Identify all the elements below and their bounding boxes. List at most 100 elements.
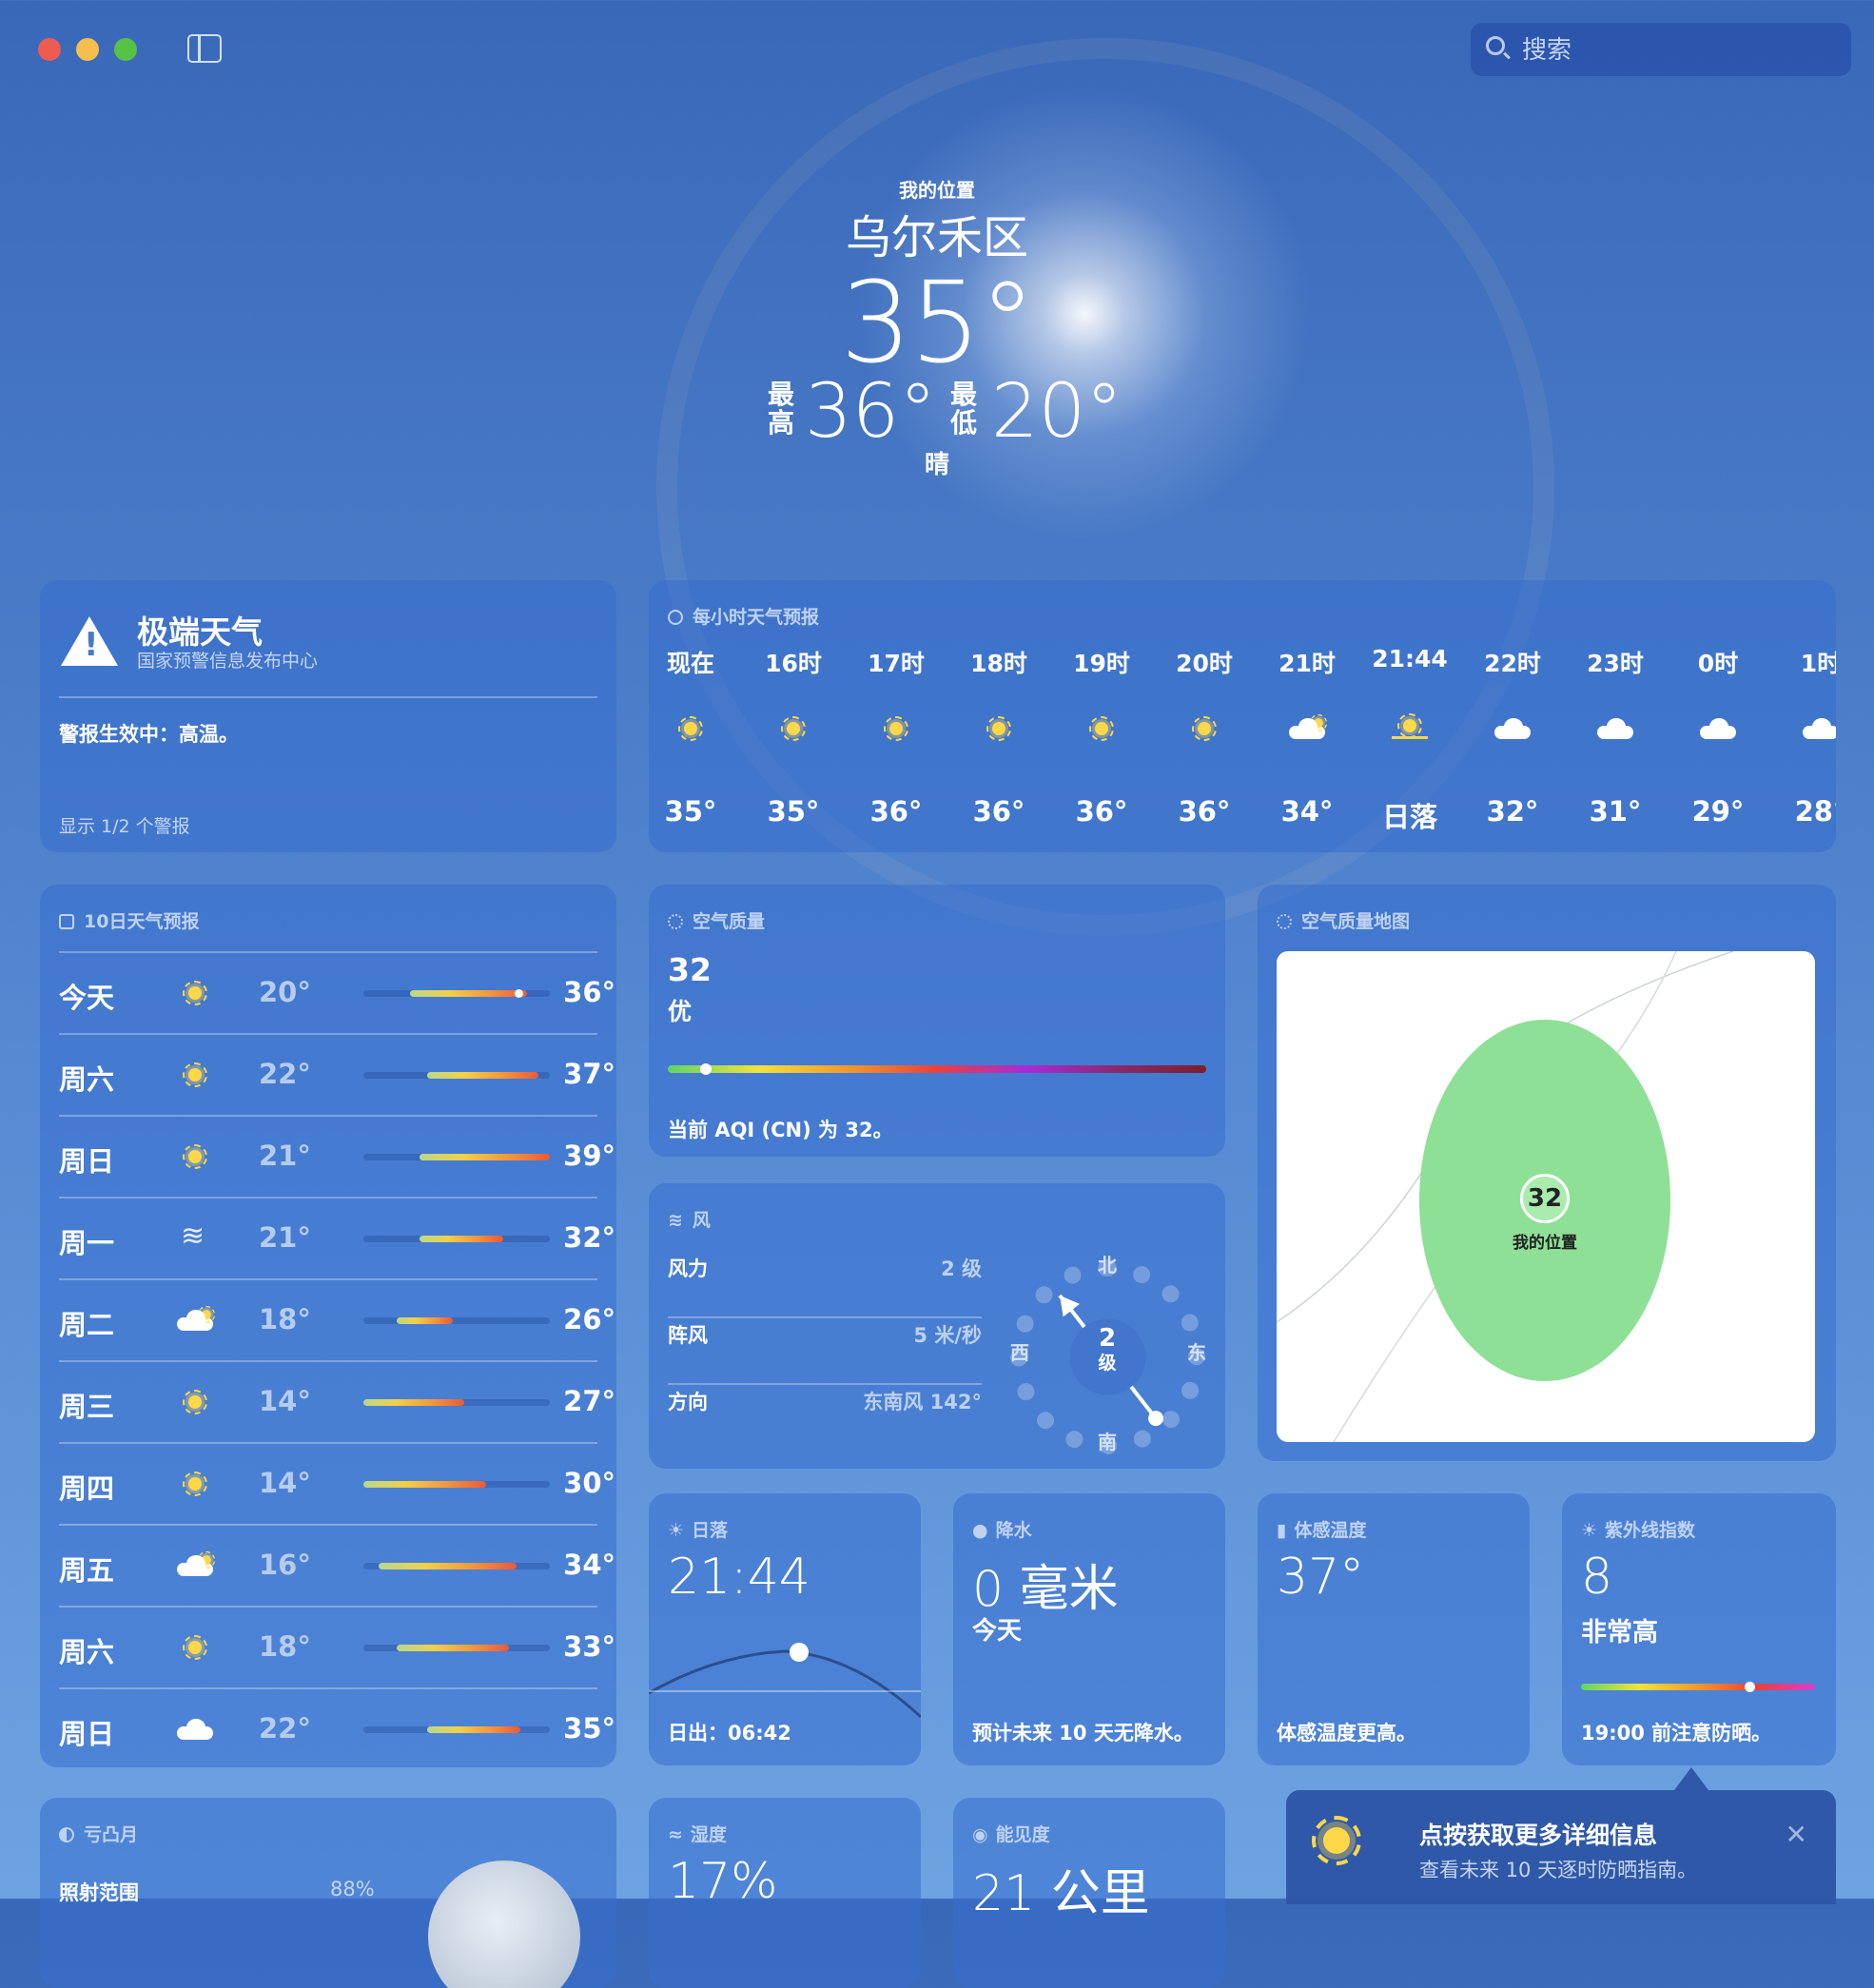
air-quality-card[interactable]: 空气质量 32 优 当前 AQI (CN) 为 32。 bbox=[649, 885, 1225, 1157]
daily-row[interactable]: 周四 14° 30° bbox=[59, 1442, 615, 1524]
aqi-map[interactable]: 32 我的位置 bbox=[1277, 951, 1815, 1442]
aqi-scale-bar bbox=[668, 1063, 1206, 1075]
sun-icon bbox=[183, 981, 207, 1005]
hourly-item: 17时 36° bbox=[853, 645, 939, 828]
sun-icon bbox=[183, 1472, 207, 1496]
divider bbox=[59, 951, 597, 953]
wind-direction: 东南风 142° bbox=[863, 1391, 982, 1413]
hourly-item: 21时 34° bbox=[1264, 645, 1350, 828]
hourly-item: 现在 35° bbox=[649, 645, 733, 828]
precipitation-card[interactable]: ● 降水 0 毫米 今天 预计未来 10 天无降水。 bbox=[953, 1493, 1225, 1765]
alert-message: 警报生效中：高温。 bbox=[59, 723, 239, 746]
show-alerts-link[interactable]: 显示 1/2 个警报 bbox=[59, 812, 190, 838]
wind-force: 2 级 bbox=[941, 1257, 982, 1280]
current-temperature: 35° bbox=[840, 257, 1035, 388]
divider bbox=[59, 1278, 597, 1280]
temperature-range-bar bbox=[363, 1399, 550, 1406]
temperature-range-fill bbox=[363, 1481, 487, 1488]
day-low: 18° bbox=[259, 1630, 311, 1663]
close-icon[interactable]: ✕ bbox=[1786, 1819, 1807, 1850]
divider bbox=[59, 1524, 597, 1526]
day-name: 周五 bbox=[59, 1554, 115, 1587]
temperature-range-bar bbox=[363, 989, 550, 998]
warning-icon bbox=[61, 616, 118, 666]
day-low: 18° bbox=[259, 1303, 311, 1335]
map-aqi-badge[interactable]: 32 bbox=[1520, 1174, 1570, 1223]
temperature-range-fill bbox=[426, 1072, 539, 1079]
wind-gust-row: 阵风 5 米/秒 bbox=[668, 1299, 982, 1366]
uv-details-popup[interactable]: 点按获取更多详细信息 查看未来 10 天逐时防晒指南。 ✕ bbox=[1286, 1767, 1836, 1904]
day-name: 周日 bbox=[59, 1718, 115, 1750]
day-low: 21° bbox=[259, 1140, 311, 1172]
partly-cloudy-icon bbox=[1289, 713, 1328, 739]
hourly-value: 36° bbox=[972, 795, 1025, 828]
daily-row[interactable]: 周一 ≋ 21° 32° bbox=[59, 1197, 615, 1278]
day-name: 周六 bbox=[59, 1636, 115, 1668]
partly-cloudy-icon bbox=[177, 1550, 216, 1576]
close-window-button[interactable] bbox=[38, 38, 61, 61]
wind-card[interactable]: ≋ 风 风力 2 级 阵风 5 米/秒 方向 东南风 142° 北 东 南 西 2 级 bbox=[649, 1183, 1225, 1469]
day-low: 20° bbox=[259, 976, 311, 1008]
temperature-range-bar bbox=[363, 1563, 550, 1569]
wind-gust: 5 米/秒 bbox=[913, 1324, 982, 1347]
air-quality-icon bbox=[668, 914, 683, 929]
temperature-range-fill bbox=[426, 1726, 520, 1733]
moon-illumination: 88% bbox=[330, 1878, 375, 1900]
divider bbox=[59, 1115, 597, 1117]
temperature-range-bar bbox=[363, 1072, 550, 1079]
search-field[interactable] bbox=[1471, 23, 1851, 76]
divider bbox=[59, 1360, 597, 1362]
cloudy-moon-icon bbox=[1700, 718, 1736, 739]
sun-icon bbox=[183, 1062, 207, 1087]
location-label: 我的位置 bbox=[899, 179, 975, 202]
feels-note: 体感温度更高。 bbox=[1277, 1722, 1416, 1744]
temperature-range-bar bbox=[363, 1317, 550, 1324]
visibility-title: 能见度 bbox=[995, 1824, 1050, 1845]
visibility-card[interactable]: ◉ 能见度 21 公里 bbox=[953, 1798, 1225, 1988]
precip-value: 0 毫米 bbox=[972, 1561, 1119, 1618]
daily-row[interactable]: 周三 14° 27° bbox=[59, 1360, 615, 1442]
humidity-icon: ≈ bbox=[668, 1824, 683, 1845]
day-low: 22° bbox=[259, 1712, 311, 1744]
moon-image bbox=[428, 1861, 580, 1988]
day-low: 22° bbox=[259, 1058, 311, 1090]
daily-row[interactable]: 今天 20° 36° bbox=[59, 951, 615, 1033]
search-input[interactable] bbox=[1520, 34, 1838, 67]
sun-icon bbox=[781, 716, 806, 741]
daily-row[interactable]: 周日 21° 39° bbox=[59, 1115, 615, 1197]
hourly-item: 1时 28° bbox=[1778, 645, 1836, 828]
daily-row[interactable]: 周六 22° 37° bbox=[59, 1033, 615, 1115]
sunset-card[interactable]: ☀ 日落 21:44 日出：06:42 bbox=[649, 1493, 921, 1765]
daily-row[interactable]: 周日 22° 35° bbox=[59, 1687, 615, 1769]
moon-phase-card[interactable]: 亏凸月 照射范围 88% bbox=[40, 1798, 616, 1988]
air-quality-map-card[interactable]: 空气质量地图 32 我的位置 bbox=[1258, 885, 1836, 1461]
wind-arrow-tail bbox=[1147, 1411, 1163, 1427]
divider bbox=[59, 1606, 597, 1608]
cloud-icon bbox=[177, 1719, 213, 1740]
sun-icon bbox=[1312, 1816, 1361, 1865]
uv-index-card[interactable]: ☀ 紫外线指数 8 非常高 19:00 前注意防晒。 bbox=[1562, 1493, 1836, 1765]
minimize-window-button[interactable] bbox=[76, 38, 99, 61]
hourly-item: 0时 29° bbox=[1675, 645, 1761, 828]
daily-row[interactable]: 周五 16° 34° bbox=[59, 1524, 615, 1606]
aqi-indicator bbox=[699, 1063, 712, 1075]
uv-note: 19:00 前注意防晒。 bbox=[1581, 1722, 1772, 1744]
wind-arrow-head bbox=[1060, 1295, 1080, 1317]
sun-icon bbox=[1089, 716, 1114, 741]
uv-level: 非常高 bbox=[1581, 1618, 1658, 1647]
calendar-icon bbox=[59, 914, 74, 929]
sunset-title: 日落 bbox=[692, 1520, 729, 1541]
hourly-time: 18时 bbox=[970, 650, 1027, 677]
hourly-forecast-card: 每小时天气预报 现在 35° 16时 35° 17时 36° 18时 36° 19时 36° 20时… bbox=[649, 580, 1836, 852]
feels-like-card[interactable]: ▮ 体感温度 37° 体感温度更高。 bbox=[1258, 1493, 1530, 1765]
zoom-window-button[interactable] bbox=[114, 38, 137, 61]
severe-weather-card[interactable]: 极端天气 国家预警信息发布中心 警报生效中：高温。 显示 1/2 个警报 bbox=[40, 580, 616, 852]
daily-row[interactable]: 周二 18° 26° bbox=[59, 1278, 615, 1360]
cloudy-moon-icon bbox=[1803, 718, 1836, 739]
sun-icon bbox=[183, 1144, 207, 1169]
cloudy-moon-icon bbox=[1494, 718, 1531, 739]
day-high: 35° bbox=[563, 1712, 615, 1744]
humidity-card[interactable]: ≈ 湿度 17% bbox=[649, 1798, 921, 1988]
sidebar-toggle-button[interactable] bbox=[187, 34, 222, 63]
daily-row[interactable]: 周六 18° 33° bbox=[59, 1606, 615, 1687]
